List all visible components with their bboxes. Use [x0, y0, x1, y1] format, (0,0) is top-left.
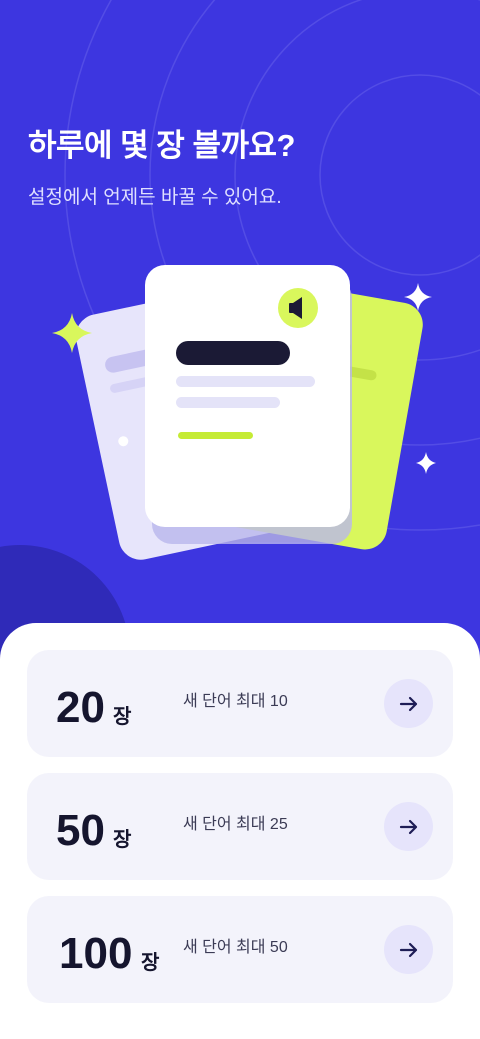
option-count: 50	[56, 806, 105, 855]
arrow-right-icon	[399, 819, 417, 834]
option-unit: 장	[113, 706, 132, 728]
option-50[interactable]: 50 장 새 단어 최대 25	[27, 773, 453, 880]
arrow-right-icon	[399, 942, 417, 957]
option-unit: 장	[113, 829, 132, 851]
sparkle-icon	[416, 452, 436, 474]
hero-section: 하루에 몇 장 볼까요? 설정에서 언제든 바꿀 수 있어요.	[0, 0, 480, 660]
option-arrow-button[interactable]	[384, 802, 433, 851]
option-20[interactable]: 20 장 새 단어 최대 10	[27, 650, 453, 757]
page-title: 하루에 몇 장 볼까요?	[28, 128, 295, 163]
arrow-right-icon	[399, 696, 417, 711]
option-arrow-button[interactable]	[384, 679, 433, 728]
option-100[interactable]: 100 장 새 단어 최대 50	[27, 896, 453, 1003]
option-description: 새 단어 최대 10	[183, 693, 288, 710]
flashcards-illustration	[52, 265, 436, 560]
option-arrow-button[interactable]	[384, 925, 433, 974]
page-subtitle: 설정에서 언제든 바꿀 수 있어요.	[28, 187, 282, 208]
option-description: 새 단어 최대 50	[183, 939, 288, 956]
option-count: 20	[56, 683, 105, 732]
option-unit: 장	[141, 952, 160, 974]
front-card	[145, 265, 352, 544]
option-description: 새 단어 최대 25	[183, 816, 288, 833]
option-count: 100	[59, 929, 133, 978]
options-sheet: 20 장 새 단어 최대 10 50 장 새 단어 최대 25 100 장 새 …	[0, 623, 480, 1039]
